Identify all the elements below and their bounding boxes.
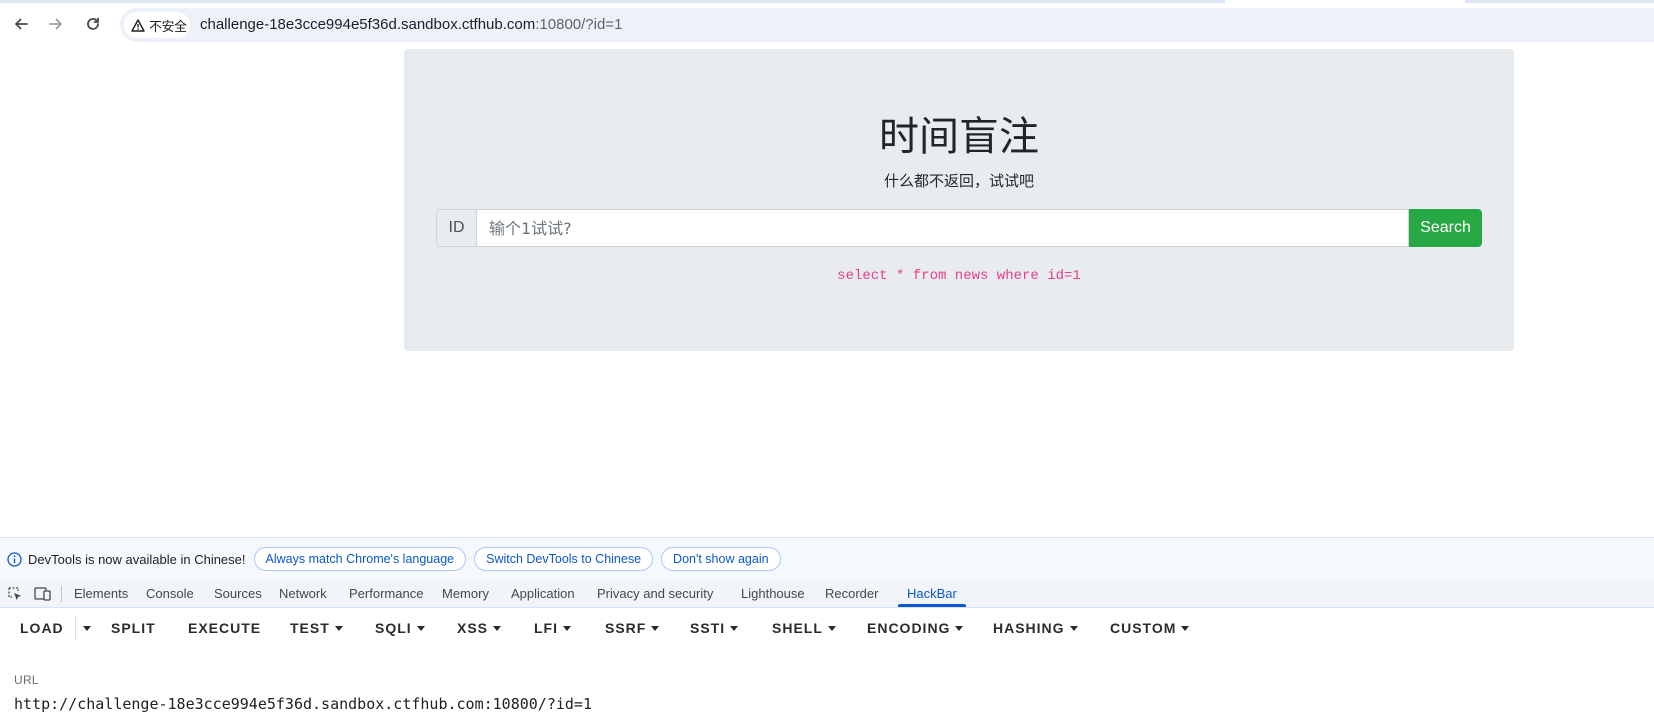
hashing-menu[interactable]: HASHING xyxy=(993,608,1078,648)
caret-down-icon xyxy=(563,625,571,631)
caret-down-icon xyxy=(730,625,739,631)
shell-menu[interactable]: SHELL xyxy=(772,608,836,648)
hashing-menu-label: HASHING xyxy=(993,620,1065,636)
tab-performance[interactable]: Performance xyxy=(349,580,423,607)
browser-toolbar: 不安全 challenge-18e3cce994e5f36d.sandbox.c… xyxy=(0,0,1654,48)
shell-menu-label: SHELL xyxy=(772,620,823,636)
caret-down-icon xyxy=(955,625,964,631)
custom-menu[interactable]: CUSTOM xyxy=(1110,608,1190,648)
dont-show-again-button[interactable]: Don't show again xyxy=(661,547,781,571)
tab-console[interactable]: Console xyxy=(146,580,194,607)
ssrf-menu-label: SSRF xyxy=(605,620,647,636)
caret-down-icon xyxy=(83,625,91,631)
execute-button[interactable]: EXECUTE xyxy=(188,608,261,648)
security-chip[interactable]: 不安全 xyxy=(124,12,190,38)
tab-strip-edge-right xyxy=(1465,0,1654,3)
tab-application[interactable]: Application xyxy=(511,580,575,607)
tab-strip-edge xyxy=(0,0,1225,3)
caret-down-icon xyxy=(1069,625,1078,631)
caret-down-icon xyxy=(1181,625,1190,631)
url-host: challenge-18e3cce994e5f36d.sandbox.ctfhu… xyxy=(200,16,536,33)
lfi-menu[interactable]: LFI xyxy=(534,608,571,648)
tab-privacy-security[interactable]: Privacy and security xyxy=(597,580,713,607)
hackbar-toolbar: LOAD SPLIT EXECUTE TEST SQLI XSS LFI SSR… xyxy=(0,608,1654,648)
tab-sources[interactable]: Sources xyxy=(214,580,262,607)
jumbotron: 时间盲注 什么都不返回，试试吧 ID Search select * from … xyxy=(404,49,1514,351)
security-label: 不安全 xyxy=(149,19,187,35)
device-toolbar-icon[interactable] xyxy=(34,585,52,603)
ssti-menu-label: SSTI xyxy=(690,620,726,636)
search-button[interactable]: Search xyxy=(1409,209,1482,247)
encoding-menu-label: ENCODING xyxy=(867,620,951,636)
devtools-panel: DevTools is now available in Chinese! Al… xyxy=(0,537,1654,719)
caret-down-icon xyxy=(651,625,660,631)
sql-query-display: select * from news where id=1 xyxy=(837,268,1081,284)
sqli-menu-label: SQLI xyxy=(375,620,412,636)
xss-menu[interactable]: XSS xyxy=(457,608,502,648)
load-divider xyxy=(75,616,76,640)
lfi-menu-label: LFI xyxy=(534,620,558,636)
back-button[interactable] xyxy=(8,11,34,37)
notice-text: DevTools is now available in Chinese! xyxy=(28,551,246,567)
caret-down-icon xyxy=(416,625,425,631)
match-language-button[interactable]: Always match Chrome's language xyxy=(253,547,467,571)
switch-chinese-button[interactable]: Switch DevTools to Chinese xyxy=(474,547,654,571)
page-subtitle: 什么都不返回，试试吧 xyxy=(883,172,1034,190)
caret-down-icon xyxy=(827,625,836,631)
caret-down-icon xyxy=(334,625,343,631)
id-input[interactable] xyxy=(476,209,1409,247)
devtools-tab-bar: Elements Console Sources Network Perform… xyxy=(0,580,1654,608)
ssti-menu[interactable]: SSTI xyxy=(690,608,739,648)
reload-button[interactable] xyxy=(80,11,106,37)
sqli-menu[interactable]: SQLI xyxy=(375,608,425,648)
tab-network[interactable]: Network xyxy=(279,580,327,607)
split-button[interactable]: SPLIT xyxy=(111,608,156,648)
url-display[interactable]: challenge-18e3cce994e5f36d.sandbox.ctfhu… xyxy=(200,16,622,34)
load-button[interactable]: LOAD xyxy=(20,608,64,648)
ssrf-menu[interactable]: SSRF xyxy=(605,608,660,648)
id-prefix-label: ID xyxy=(436,209,476,247)
hackbar-url-field[interactable]: http://challenge-18e3cce994e5f36d.sandbo… xyxy=(14,695,592,713)
custom-menu-label: CUSTOM xyxy=(1110,620,1177,636)
forward-arrow-icon xyxy=(49,18,62,30)
tab-bar-separator xyxy=(61,586,62,602)
back-arrow-icon xyxy=(15,18,28,30)
page-title: 时间盲注 xyxy=(879,114,1039,160)
caret-down-icon xyxy=(493,625,502,631)
tab-hackbar[interactable]: HackBar xyxy=(907,580,957,607)
inspect-element-icon[interactable] xyxy=(6,585,24,603)
search-form: ID Search xyxy=(436,209,1482,247)
url-rest: :10800/?id=1 xyxy=(535,16,623,33)
info-icon xyxy=(7,551,22,567)
warning-triangle-icon xyxy=(131,18,145,32)
load-dropdown-caret[interactable] xyxy=(80,608,94,648)
tab-recorder[interactable]: Recorder xyxy=(825,580,878,607)
active-tab-indicator xyxy=(898,604,966,607)
forward-button[interactable] xyxy=(43,11,69,37)
tab-lighthouse[interactable]: Lighthouse xyxy=(741,580,805,607)
xss-menu-label: XSS xyxy=(457,620,489,636)
encoding-menu[interactable]: ENCODING xyxy=(867,608,964,648)
tab-memory[interactable]: Memory xyxy=(442,580,489,607)
hackbar-url-label: URL xyxy=(14,673,39,687)
test-menu-label: TEST xyxy=(290,620,330,636)
address-bar[interactable]: 不安全 challenge-18e3cce994e5f36d.sandbox.c… xyxy=(120,8,1654,42)
devtools-language-notice: DevTools is now available in Chinese! Al… xyxy=(0,538,1654,580)
tab-elements[interactable]: Elements xyxy=(74,580,128,607)
reload-icon xyxy=(87,17,99,30)
test-menu[interactable]: TEST xyxy=(290,608,343,648)
